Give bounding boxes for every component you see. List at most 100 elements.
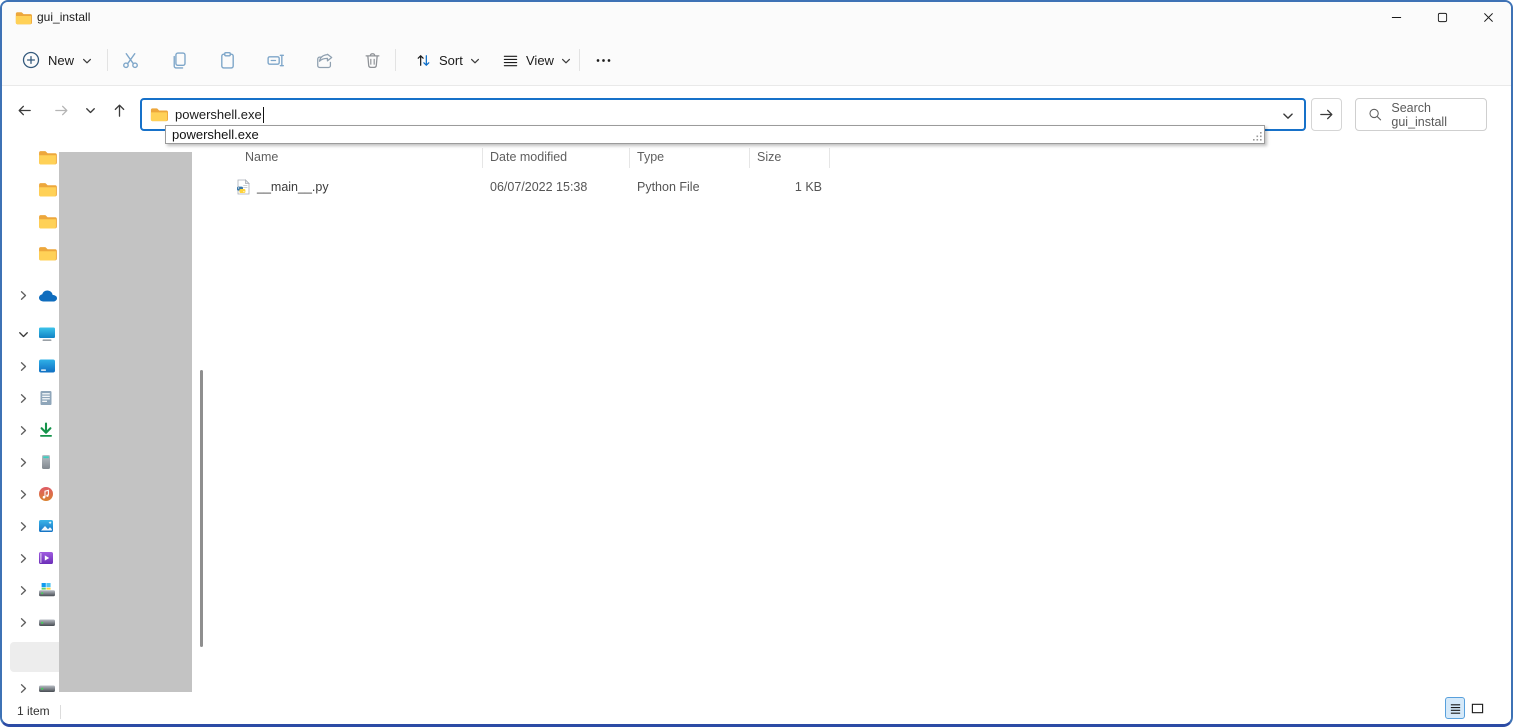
ellipsis-icon <box>594 51 613 70</box>
maximize-icon <box>1437 12 1448 23</box>
file-size: 1 KB <box>702 173 822 201</box>
recent-locations-button[interactable] <box>78 94 102 126</box>
copy-icon <box>170 51 189 70</box>
new-plus-icon <box>22 51 40 69</box>
chevron-right-icon[interactable] <box>18 457 29 468</box>
sidebar-scrollbar-thumb[interactable] <box>200 370 203 647</box>
copy-button[interactable] <box>161 42 197 78</box>
drive-icon <box>38 680 56 696</box>
view-lines-icon <box>502 52 519 69</box>
cut-button[interactable] <box>112 42 148 78</box>
more-options-button[interactable] <box>585 42 621 78</box>
column-header-size[interactable]: Size <box>757 145 781 169</box>
cut-icon <box>121 51 140 70</box>
chevron-right-icon[interactable] <box>18 617 29 628</box>
icons-view-icon <box>1471 702 1484 715</box>
paste-icon <box>218 51 237 70</box>
history-chevron-icon <box>85 105 96 116</box>
chevron-right-icon[interactable] <box>18 290 29 301</box>
redaction-overlay <box>59 152 192 692</box>
maximize-button[interactable] <box>1419 2 1465 33</box>
column-header-date-modified[interactable]: Date modified <box>490 145 567 169</box>
folder-icon <box>38 150 57 165</box>
python-file-icon <box>235 179 251 195</box>
column-header-name[interactable]: Name <box>245 145 278 169</box>
back-button[interactable] <box>8 94 40 126</box>
folder-icon <box>38 214 57 229</box>
resize-grip-icon[interactable] <box>1251 130 1263 142</box>
column-divider[interactable] <box>749 148 750 168</box>
up-arrow-icon <box>111 102 128 119</box>
folder-icon <box>38 246 57 261</box>
forward-button[interactable] <box>45 94 77 126</box>
folder-icon <box>38 182 57 197</box>
delete-icon <box>363 51 382 70</box>
up-button[interactable] <box>103 94 135 126</box>
file-row[interactable]: __main__.py 06/07/2022 15:38 Python File… <box>226 173 851 201</box>
desktop-icon <box>38 358 56 374</box>
column-divider[interactable] <box>482 148 483 168</box>
rename-button[interactable] <box>257 42 293 78</box>
close-button[interactable] <box>1465 2 1511 33</box>
column-divider[interactable] <box>829 148 830 168</box>
chevron-right-icon[interactable] <box>18 489 29 500</box>
rename-icon <box>266 51 285 70</box>
videos-icon <box>38 550 54 566</box>
close-icon <box>1483 12 1494 23</box>
file-date-modified: 06/07/2022 15:38 <box>490 173 587 201</box>
chevron-right-icon[interactable] <box>18 521 29 532</box>
column-divider[interactable] <box>629 148 630 168</box>
share-button[interactable] <box>306 42 342 78</box>
file-name: __main__.py <box>257 173 329 201</box>
address-bar-value: powershell.exe <box>175 107 262 122</box>
this-pc-monitor-icon <box>38 326 56 342</box>
titlebar[interactable]: gui_install <box>2 2 1511 34</box>
toolbar-divider <box>579 49 580 71</box>
file-list-pane: Name Date modified Type Size __main__.py… <box>212 142 1511 700</box>
icons-view-toggle[interactable] <box>1467 697 1487 719</box>
music-icon <box>38 486 54 502</box>
folder-icon <box>150 107 168 122</box>
file-explorer-window: gui_install New Sort View <box>0 0 1513 727</box>
go-arrow-icon <box>1318 106 1335 123</box>
chevron-right-icon[interactable] <box>18 361 29 372</box>
downloads-icon <box>38 422 54 438</box>
autocomplete-suggestion[interactable]: powershell.exe <box>166 126 1248 143</box>
toolbar-divider <box>107 49 108 71</box>
chevron-down-icon[interactable] <box>18 329 29 340</box>
address-dropdown-button[interactable] <box>1282 107 1294 125</box>
view-button[interactable]: View <box>494 43 579 77</box>
new-button[interactable]: New <box>14 43 100 77</box>
delete-button[interactable] <box>354 42 390 78</box>
folder-icon <box>15 11 32 25</box>
window-title: gui_install <box>37 2 90 33</box>
items-count: 1 item <box>17 700 50 723</box>
pictures-icon <box>38 518 54 534</box>
windows-drive-icon <box>38 582 56 598</box>
documents-icon <box>38 390 54 406</box>
back-arrow-icon <box>16 102 33 119</box>
text-caret <box>263 107 264 123</box>
details-view-icon <box>1449 702 1462 715</box>
minimize-button[interactable] <box>1373 2 1419 33</box>
go-to-button[interactable] <box>1311 98 1342 131</box>
chevron-right-icon[interactable] <box>18 393 29 404</box>
search-icon <box>1368 107 1382 122</box>
onedrive-cloud-icon <box>38 289 58 303</box>
status-bar: 1 item <box>2 700 1511 724</box>
chevron-right-icon[interactable] <box>18 585 29 596</box>
new-button-label: New <box>48 53 74 68</box>
column-header-type[interactable]: Type <box>637 145 664 169</box>
search-input[interactable]: Search gui_install <box>1355 98 1487 131</box>
chevron-down-icon <box>470 56 480 66</box>
chevron-right-icon[interactable] <box>18 553 29 564</box>
minimize-icon <box>1391 12 1402 23</box>
chevron-down-icon <box>82 56 92 66</box>
sort-button-label: Sort <box>439 53 463 68</box>
chevron-right-icon[interactable] <box>18 683 29 694</box>
details-view-toggle[interactable] <box>1445 697 1465 719</box>
chevron-right-icon[interactable] <box>18 425 29 436</box>
status-divider <box>60 705 61 719</box>
paste-button[interactable] <box>209 42 245 78</box>
sort-button[interactable]: Sort <box>407 43 488 77</box>
